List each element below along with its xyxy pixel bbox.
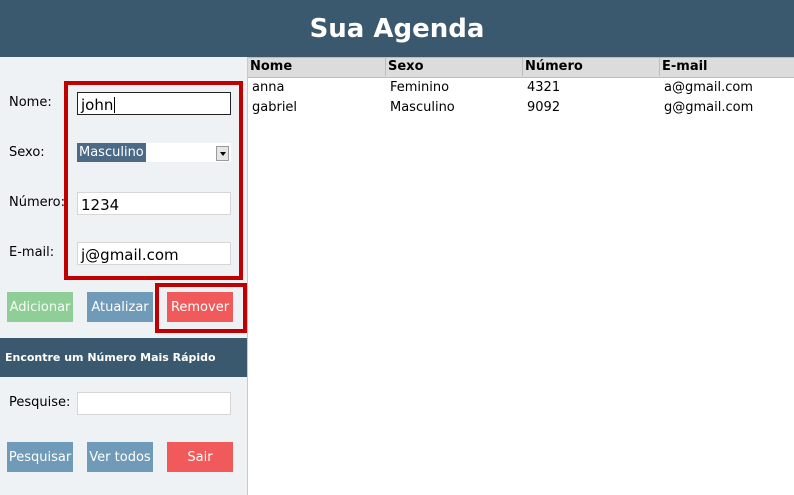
sexo-label: Sexo:: [9, 145, 45, 160]
cell-email: a@gmail.com: [664, 80, 753, 95]
pesquise-label: Pesquise:: [9, 395, 71, 410]
contacts-table: Nome Sexo Número E-mail anna Feminino 43…: [248, 57, 794, 118]
cell-numero: 9092: [527, 100, 561, 115]
app-title: Sua Agenda: [309, 13, 485, 44]
form-highlight-box: [64, 81, 243, 280]
search-section-title: Encontre um Número Mais Rápido: [0, 338, 247, 377]
cell-numero: 4321: [527, 80, 561, 95]
table-header: Nome Sexo Número E-mail: [248, 57, 794, 78]
column-header-numero[interactable]: Número: [523, 58, 660, 76]
adicionar-button[interactable]: Adicionar: [7, 292, 73, 322]
remover-button[interactable]: Remover: [167, 292, 233, 322]
column-header-nome[interactable]: Nome: [248, 58, 386, 76]
cell-sexo: Feminino: [390, 80, 450, 95]
table-row[interactable]: gabriel Masculino 9092 g@gmail.com: [248, 98, 794, 118]
atualizar-button[interactable]: Atualizar: [87, 292, 153, 322]
search-input[interactable]: [77, 392, 231, 415]
column-header-sexo[interactable]: Sexo: [386, 58, 523, 76]
email-label: E-mail:: [9, 245, 55, 260]
pesquisar-button[interactable]: Pesquisar: [7, 442, 73, 472]
cell-nome: gabriel: [252, 100, 298, 115]
column-header-email[interactable]: E-mail: [660, 58, 794, 76]
nome-label: Nome:: [9, 95, 52, 110]
numero-label: Número:: [9, 195, 66, 210]
sair-button[interactable]: Sair: [167, 442, 233, 472]
cell-email: g@gmail.com: [664, 100, 754, 115]
ver-todos-button[interactable]: Ver todos: [87, 442, 153, 472]
cell-sexo: Masculino: [390, 100, 455, 115]
table-row[interactable]: anna Feminino 4321 a@gmail.com: [248, 78, 794, 98]
app-header: Sua Agenda: [0, 0, 794, 57]
cell-nome: anna: [252, 80, 285, 95]
